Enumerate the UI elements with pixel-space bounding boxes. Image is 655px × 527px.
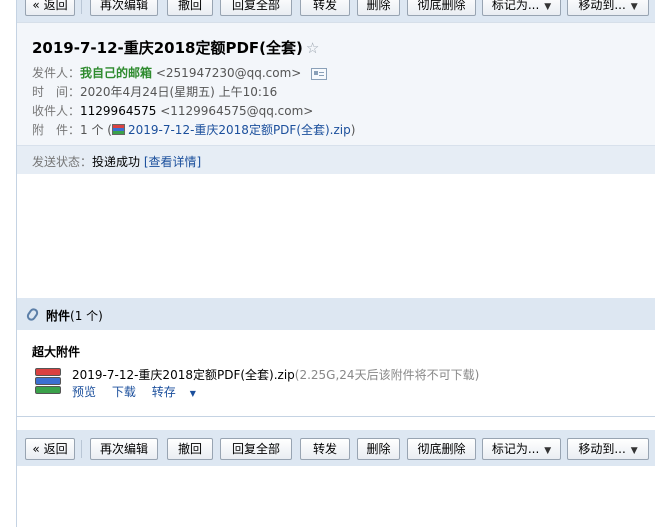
attachment-count: 1 个 ( — [80, 123, 112, 137]
move-to-label: 移动到... — [578, 0, 626, 12]
zip-file-icon — [111, 124, 125, 135]
recipient-label: 收件人： — [32, 104, 81, 118]
status-value: 投递成功 — [92, 155, 141, 169]
toolbar-separator — [81, 440, 82, 458]
save-to-label: 转存 — [151, 385, 176, 399]
chevron-down-icon: ▼ — [630, 446, 638, 456]
forward-label: 转发 — [312, 442, 337, 456]
attachment-file: 2019-7-12-重庆2018定额PDF(全套).zip(2.25G,24天后… — [72, 366, 479, 383]
download-link[interactable]: 下载 — [112, 385, 136, 399]
paperclip-icon — [25, 306, 40, 323]
edit-again-button[interactable]: 再次编辑 — [90, 438, 158, 460]
sender-address: <251947230@qq.com> — [155, 66, 302, 80]
recipient-row: 收件人：1129964575 <1129964575@qq.com> — [32, 102, 313, 119]
subject-text: 2019-7-12-重庆2018定额PDF(全套) — [32, 39, 303, 57]
mail-header: 2019-7-12-重庆2018定额PDF(全套) ☆ 发件人：我自己的邮箱 <2… — [17, 22, 655, 174]
contact-card-icon[interactable] — [311, 67, 328, 80]
recall-label: 撤回 — [177, 0, 202, 12]
attachment-actions: 预览 下载 转存 ▼ — [72, 383, 220, 400]
delete-permanent-label: 彻底删除 — [417, 0, 466, 12]
delete-button[interactable]: 删除 — [357, 0, 400, 16]
attachments-header: 附件(1 个) — [17, 298, 655, 330]
attachments-title: 附件(1 个) — [46, 307, 103, 324]
delete-button[interactable]: 删除 — [357, 438, 400, 460]
recipient-name[interactable]: 1129964575 — [80, 104, 156, 118]
delete-permanent-label: 彻底删除 — [417, 442, 466, 456]
chevron-down-icon: ▼ — [630, 2, 638, 12]
move-to-dropdown[interactable]: 移动到... ▼ — [567, 0, 649, 16]
time-label: 时 间： — [32, 85, 81, 99]
back-label: « 返回 — [32, 442, 68, 456]
view-details-link[interactable]: [查看详情] — [144, 155, 201, 169]
attachments-body: 超大附件 2019-7-12-重庆2018定额PDF(全套).zip(2.25G… — [17, 330, 655, 417]
send-status-bar: 发送状态：投递成功 [查看详情] — [17, 145, 655, 174]
zip-icon-band — [35, 368, 61, 376]
forward-button[interactable]: 转发 — [300, 0, 350, 16]
mail-subject: 2019-7-12-重庆2018定额PDF(全套) ☆ — [32, 37, 319, 58]
attachment-label: 附 件： — [32, 123, 81, 137]
reply-all-label: 回复全部 — [231, 442, 280, 456]
attachment-link[interactable]: 2019-7-12-重庆2018定额PDF(全套).zip — [128, 123, 351, 137]
chevron-down-icon: ▼ — [544, 446, 552, 456]
preview-link[interactable]: 预览 — [72, 385, 96, 399]
toolbar-separator — [81, 0, 82, 14]
recipient-address: <1129964575@qq.com> — [160, 104, 314, 118]
mark-as-dropdown[interactable]: 标记为... ▼ — [482, 0, 561, 16]
status-label: 发送状态： — [32, 155, 93, 169]
mark-as-label: 标记为... — [491, 0, 540, 12]
delete-label: 删除 — [366, 0, 391, 12]
sender-row: 发件人：我自己的邮箱 <251947230@qq.com> — [32, 64, 328, 81]
top-toolbar: « 返回 再次编辑 撤回 回复全部 转发 删除 彻底删除 标记为... ▼ 移动到… — [17, 0, 655, 22]
sender-name[interactable]: 我自己的邮箱 — [80, 66, 152, 80]
reply-all-button[interactable]: 回复全部 — [220, 438, 292, 460]
forward-button[interactable]: 转发 — [300, 438, 350, 460]
recall-button[interactable]: 撤回 — [167, 0, 213, 16]
reply-all-label: 回复全部 — [231, 0, 280, 12]
chevron-down-icon: ▼ — [189, 389, 196, 398]
zip-icon-band — [35, 377, 61, 385]
edit-again-label: 再次编辑 — [99, 442, 148, 456]
time-value: 2020年4月24日(星期五) 上午10:16 — [80, 85, 278, 99]
attachment-close-paren: ) — [350, 123, 356, 137]
sender-label: 发件人： — [32, 66, 81, 80]
delete-label: 删除 — [366, 442, 391, 456]
reply-all-button[interactable]: 回复全部 — [220, 0, 292, 16]
bottom-toolbar: « 返回 再次编辑 撤回 回复全部 转发 删除 彻底删除 标记为... ▼ 移动到… — [17, 430, 655, 466]
time-row: 时 间：2020年4月24日(星期五) 上午10:16 — [32, 83, 277, 100]
move-to-dropdown[interactable]: 移动到... ▼ — [567, 438, 649, 460]
recall-label: 撤回 — [177, 442, 202, 456]
large-attachment-label: 超大附件 — [32, 345, 81, 359]
attachments-count: (1 个) — [70, 309, 103, 323]
edit-again-button[interactable]: 再次编辑 — [90, 0, 158, 16]
attachment-file-name: 2019-7-12-重庆2018定额PDF(全套).zip — [72, 368, 295, 382]
delete-permanent-button[interactable]: 彻底删除 — [407, 438, 476, 460]
save-to-dropdown[interactable]: 转存 ▼ — [152, 385, 208, 399]
star-icon[interactable]: ☆ — [306, 39, 319, 57]
attachment-row: 附 件：1 个 ( 2019-7-12-重庆2018定额PDF(全套).zip) — [32, 121, 355, 138]
forward-label: 转发 — [312, 0, 337, 12]
attachments-title-text: 附件 — [46, 309, 71, 323]
recall-button[interactable]: 撤回 — [167, 438, 213, 460]
mark-as-dropdown[interactable]: 标记为... ▼ — [482, 438, 561, 460]
mark-as-label: 标记为... — [491, 442, 540, 456]
edit-again-label: 再次编辑 — [99, 0, 148, 12]
delete-permanent-button[interactable]: 彻底删除 — [407, 0, 476, 16]
move-to-label: 移动到... — [578, 442, 626, 456]
back-button[interactable]: « 返回 — [25, 438, 75, 460]
send-status-row: 发送状态：投递成功 [查看详情] — [32, 153, 201, 170]
chevron-down-icon: ▼ — [544, 2, 552, 12]
zip-icon-band — [35, 386, 61, 394]
back-label: « 返回 — [32, 0, 68, 12]
attachment-file-note: (2.25G,24天后该附件将不可下载) — [294, 368, 480, 382]
zip-archive-icon — [35, 368, 61, 396]
back-button[interactable]: « 返回 — [25, 0, 75, 16]
